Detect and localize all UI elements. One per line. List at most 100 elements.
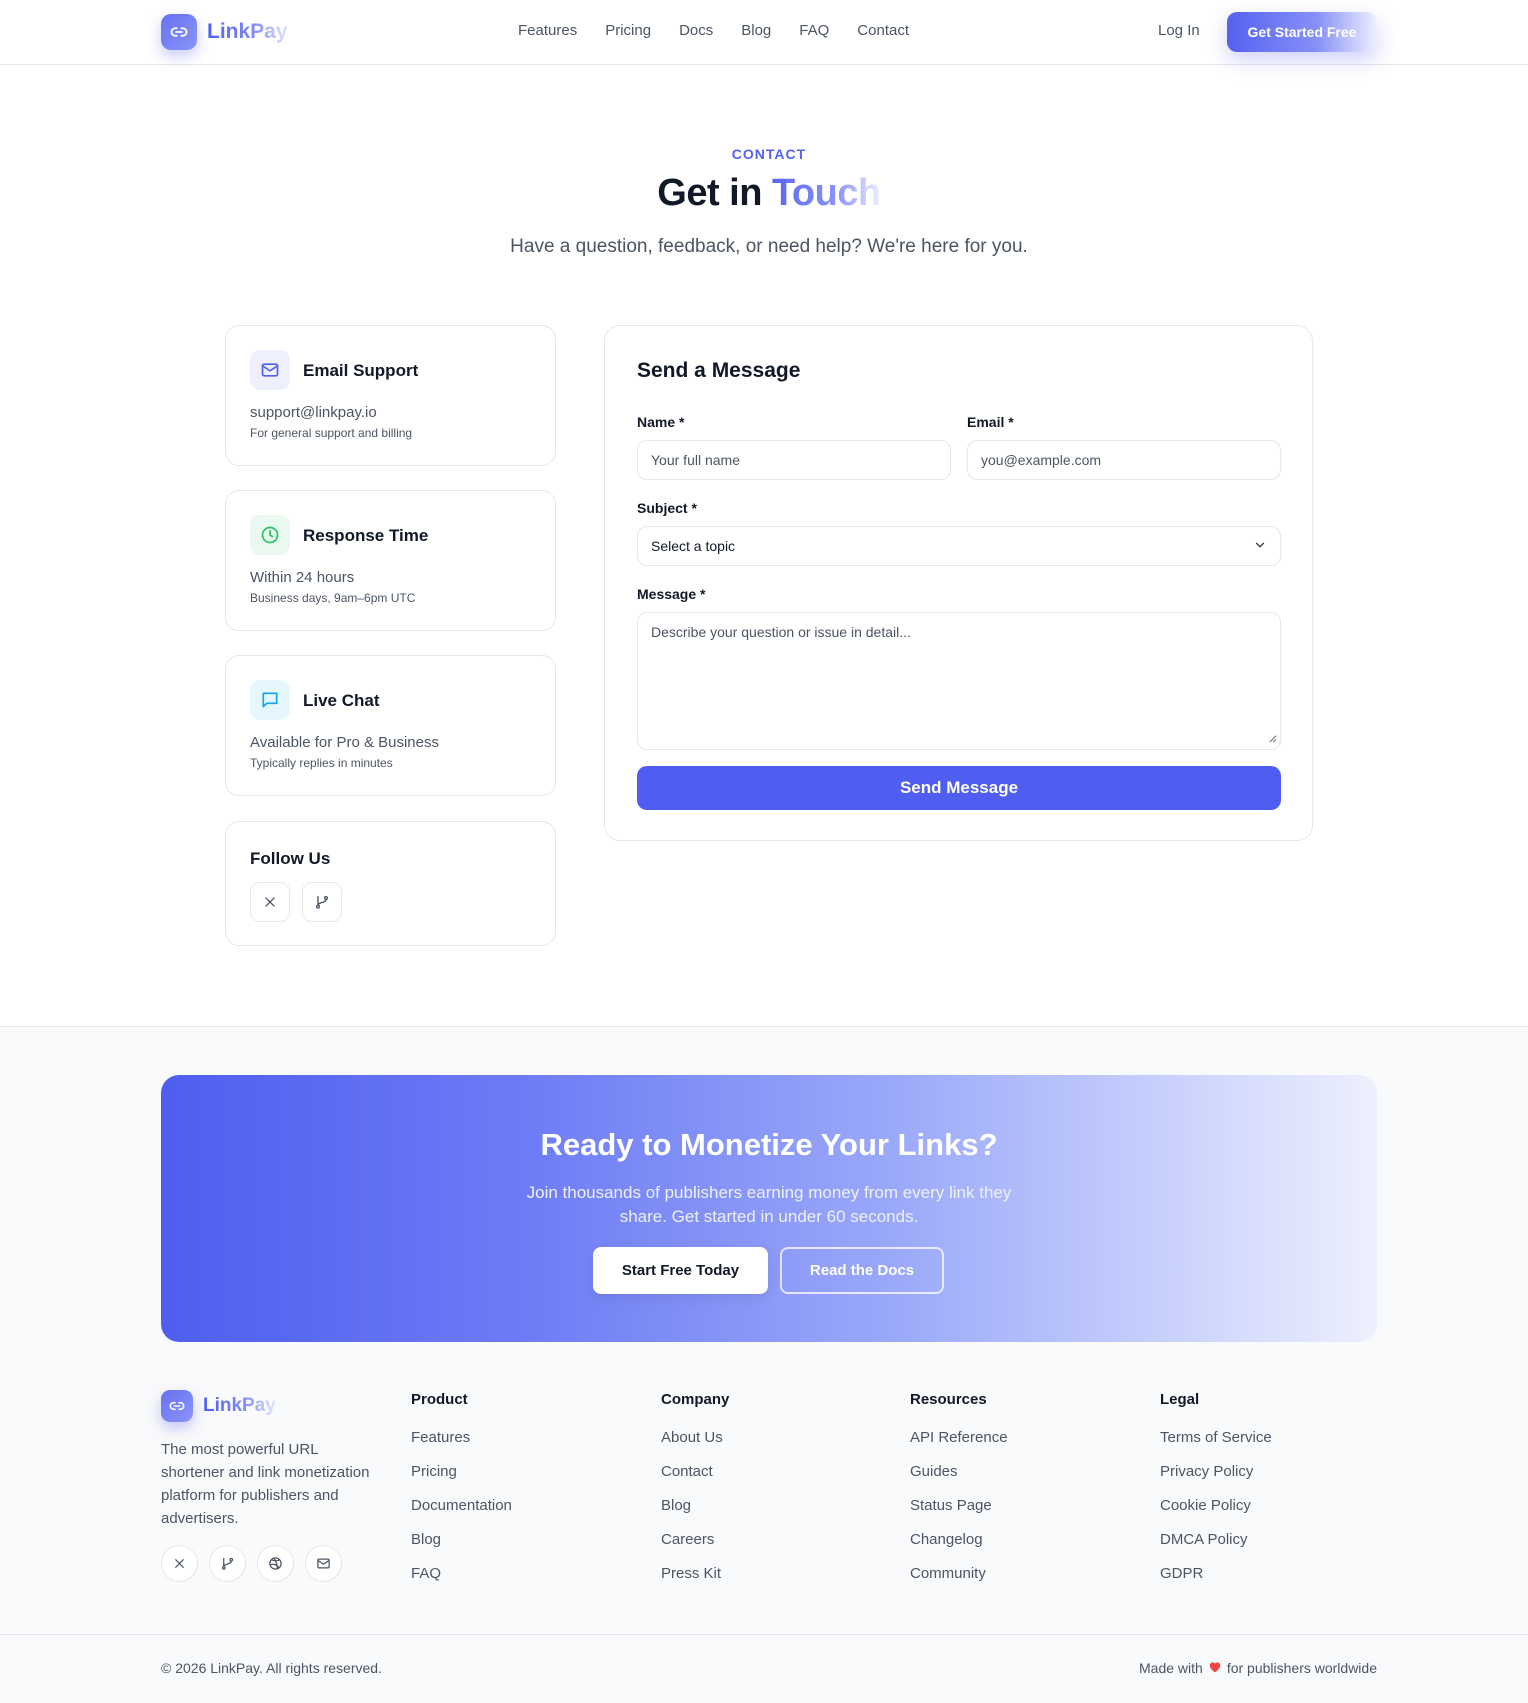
footer-link[interactable]: GDPR bbox=[1160, 1565, 1272, 1584]
footer-link[interactable]: DMCA Policy bbox=[1160, 1531, 1272, 1550]
made-with-love: Made with for publishers worldwide bbox=[1139, 1660, 1377, 1676]
chat-icon bbox=[250, 680, 290, 720]
contact-form: Send a Message Name * Your full name Ema… bbox=[604, 325, 1313, 841]
x-icon[interactable] bbox=[161, 1545, 198, 1582]
email-support-card: Email Support support@linkpay.io For gen… bbox=[225, 325, 556, 466]
brand-name: LinkPay bbox=[207, 20, 288, 43]
copyright: © 2026 LinkPay. All rights reserved. bbox=[161, 1660, 382, 1676]
page-subtitle: Have a question, feedback, or need help?… bbox=[510, 236, 1028, 257]
message-label: Message * bbox=[637, 586, 706, 602]
live-chat-card: Live Chat Available for Pro & Business T… bbox=[225, 655, 556, 796]
nav-item-docs[interactable]: Docs bbox=[679, 22, 713, 39]
footer-link[interactable]: Status Page bbox=[910, 1497, 1008, 1516]
site-header: LinkPay Features Pricing Docs Blog FAQ C… bbox=[0, 0, 1528, 65]
footer-link[interactable]: Contact bbox=[661, 1463, 729, 1482]
footer-logo[interactable]: LinkPay bbox=[161, 1390, 276, 1422]
form-title: Send a Message bbox=[637, 359, 801, 382]
cta-text: Join thousands of publishers earning mon… bbox=[526, 1183, 1012, 1226]
subject-select[interactable]: Select a topic bbox=[637, 526, 1281, 566]
brand-name: LinkPay bbox=[203, 1395, 276, 1416]
title-accent: Touch bbox=[772, 172, 881, 214]
cta-banner: Ready to Monetize Your Links? Join thous… bbox=[161, 1075, 1377, 1342]
message-textarea[interactable]: Describe your question or issue in detai… bbox=[637, 612, 1281, 750]
header-logo[interactable]: LinkPay bbox=[161, 14, 288, 50]
card-title: Live Chat bbox=[303, 691, 380, 710]
mail-icon[interactable] bbox=[305, 1545, 342, 1582]
footer-column-company: Company About Us Contact Blog Careers Pr… bbox=[661, 1391, 729, 1599]
main-nav: Features Pricing Docs Blog FAQ Contact bbox=[518, 22, 909, 39]
footer-column-title: Resources bbox=[910, 1391, 987, 1408]
section-eyebrow: CONTACT bbox=[731, 146, 807, 162]
heart-icon bbox=[1208, 1660, 1222, 1676]
email-field[interactable]: you@example.com bbox=[967, 440, 1281, 480]
link-icon bbox=[161, 14, 197, 50]
made-suffix: for publishers worldwide bbox=[1226, 1660, 1377, 1676]
footer-column-product: Product Features Pricing Documentation B… bbox=[411, 1391, 512, 1599]
made-prefix: Made with bbox=[1139, 1660, 1203, 1676]
page-title: Get in Touch bbox=[0, 172, 1528, 215]
footer-link[interactable]: Community bbox=[910, 1565, 1008, 1584]
footer-column-legal: Legal Terms of Service Privacy Policy Co… bbox=[1160, 1391, 1272, 1599]
card-title: Response Time bbox=[303, 526, 429, 545]
card-main-text: Available for Pro & Business bbox=[250, 734, 439, 751]
nav-item-pricing[interactable]: Pricing bbox=[605, 22, 651, 39]
card-subtext: Business days, 9am–6pm UTC bbox=[250, 591, 416, 605]
footer-column-title: Company bbox=[661, 1391, 730, 1408]
login-link[interactable]: Log In bbox=[1158, 22, 1200, 39]
footer-link[interactable]: Blog bbox=[661, 1497, 729, 1516]
footer-link[interactable]: FAQ bbox=[411, 1565, 512, 1584]
git-branch-icon[interactable] bbox=[209, 1545, 246, 1582]
nav-item-contact[interactable]: Contact bbox=[857, 22, 909, 39]
support-email[interactable]: support@linkpay.io bbox=[250, 404, 377, 421]
footer-link[interactable]: About Us bbox=[661, 1429, 729, 1448]
cta-title: Ready to Monetize Your Links? bbox=[540, 1127, 998, 1162]
clock-icon bbox=[250, 515, 290, 555]
name-label: Name * bbox=[637, 414, 685, 430]
page: LinkPay Features Pricing Docs Blog FAQ C… bbox=[0, 0, 1528, 1703]
resize-handle-icon[interactable] bbox=[1268, 730, 1277, 746]
footer-description: The most powerful URL shortener and link… bbox=[161, 1441, 370, 1527]
footer-column-title: Product bbox=[411, 1391, 468, 1408]
footer-link[interactable]: Privacy Policy bbox=[1160, 1463, 1272, 1482]
footer-link[interactable]: API Reference bbox=[910, 1429, 1008, 1448]
card-subtext: For general support and billing bbox=[250, 426, 413, 440]
footer-link[interactable]: Careers bbox=[661, 1531, 729, 1550]
x-icon[interactable] bbox=[250, 882, 290, 922]
start-free-button[interactable]: Start Free Today bbox=[593, 1247, 768, 1294]
link-icon bbox=[161, 1390, 193, 1422]
dribbble-icon[interactable] bbox=[257, 1545, 294, 1582]
name-field[interactable]: Your full name bbox=[637, 440, 951, 480]
footer-link[interactable]: Terms of Service bbox=[1160, 1429, 1272, 1448]
mail-icon bbox=[250, 350, 290, 390]
footer-link[interactable]: Guides bbox=[910, 1463, 1008, 1482]
footer-link[interactable]: Features bbox=[411, 1429, 512, 1448]
footer-link[interactable]: Pricing bbox=[411, 1463, 512, 1482]
footer-link[interactable]: Blog bbox=[411, 1531, 512, 1550]
card-title: Email Support bbox=[303, 361, 419, 380]
message-placeholder: Describe your question or issue in detai… bbox=[651, 624, 911, 640]
response-time-card: Response Time Within 24 hours Business d… bbox=[225, 490, 556, 631]
title-plain: Get in bbox=[657, 172, 762, 214]
nav-item-faq[interactable]: FAQ bbox=[799, 22, 829, 39]
email-label: Email * bbox=[967, 414, 1014, 430]
card-main-text: Within 24 hours bbox=[250, 569, 355, 586]
footer-column-resources: Resources API Reference Guides Status Pa… bbox=[910, 1391, 1008, 1599]
nav-item-features[interactable]: Features bbox=[518, 22, 577, 39]
follow-title: Follow Us bbox=[250, 849, 331, 868]
subject-label: Subject * bbox=[637, 500, 697, 516]
chevron-down-icon bbox=[1253, 538, 1267, 555]
subject-value: Select a topic bbox=[651, 538, 736, 554]
git-branch-icon[interactable] bbox=[302, 882, 342, 922]
footer-column-title: Legal bbox=[1160, 1391, 1200, 1408]
footer-divider bbox=[0, 1634, 1528, 1635]
footer-link[interactable]: Documentation bbox=[411, 1497, 512, 1516]
footer-link[interactable]: Press Kit bbox=[661, 1565, 729, 1584]
footer-link[interactable]: Changelog bbox=[910, 1531, 1008, 1550]
get-started-button[interactable]: Get Started Free bbox=[1227, 12, 1377, 52]
read-docs-button[interactable]: Read the Docs bbox=[780, 1247, 944, 1294]
card-subtext: Typically replies in minutes bbox=[250, 756, 393, 770]
follow-us-card: Follow Us bbox=[225, 821, 556, 946]
nav-item-blog[interactable]: Blog bbox=[741, 22, 771, 39]
send-message-button[interactable]: Send Message bbox=[637, 766, 1281, 810]
footer-link[interactable]: Cookie Policy bbox=[1160, 1497, 1272, 1516]
